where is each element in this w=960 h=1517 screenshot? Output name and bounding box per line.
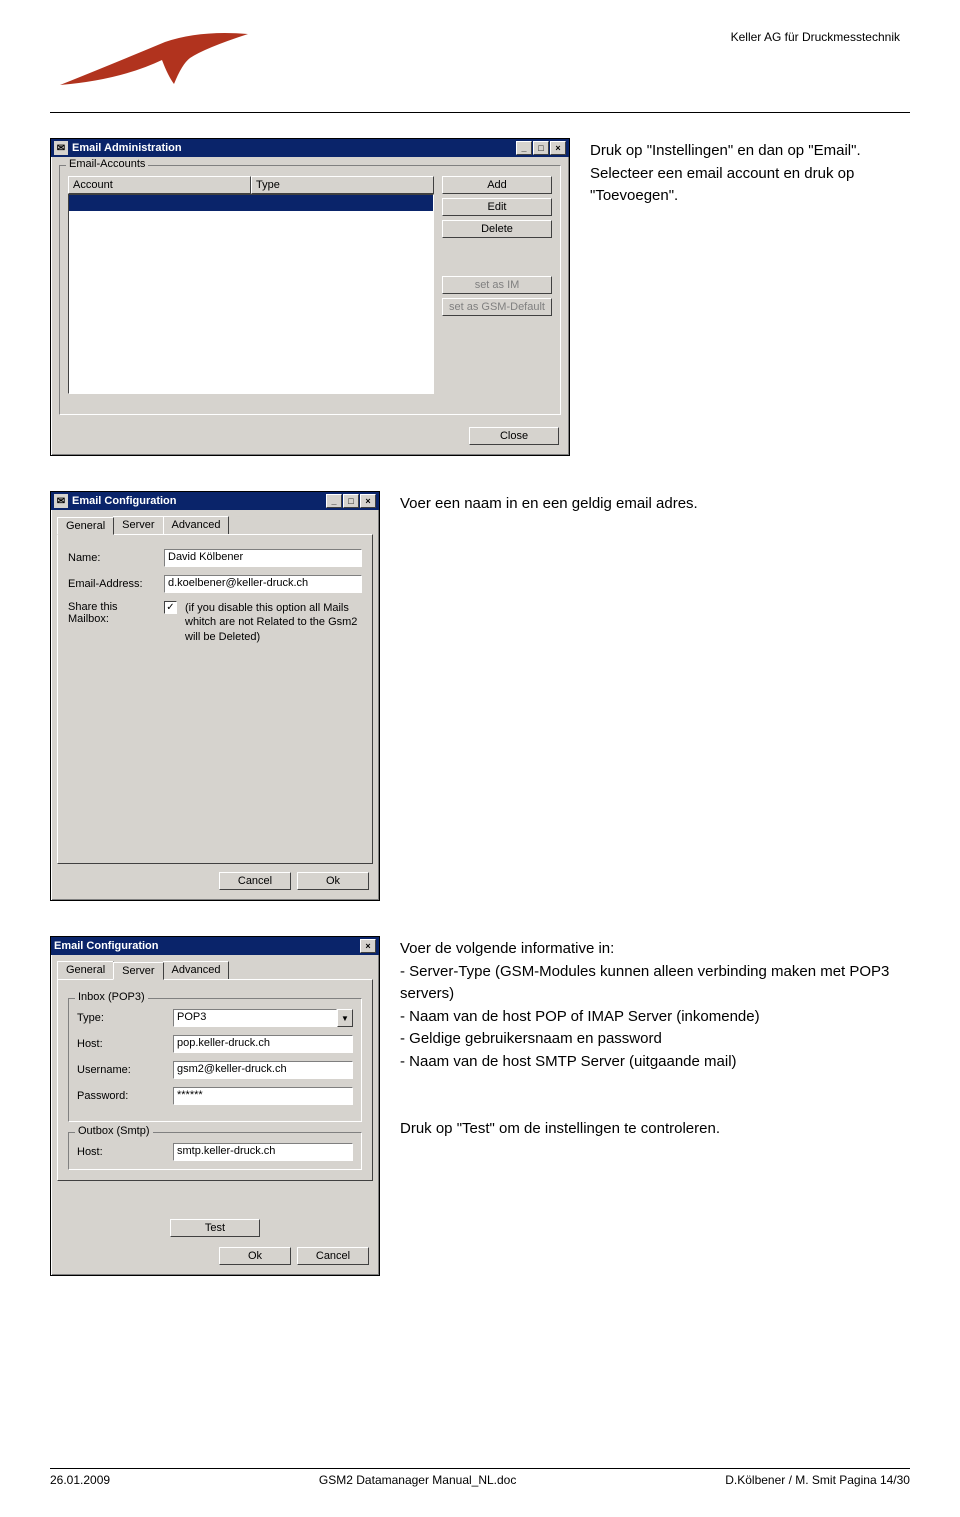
instruction-text-2: Voer een naam in en een geldig email adr… xyxy=(400,491,910,516)
column-header-type[interactable]: Type xyxy=(251,176,434,194)
footer-page: D.Kölbener / M. Smit Pagina 14/30 xyxy=(725,1473,910,1487)
ok-button[interactable]: Ok xyxy=(297,872,369,890)
info-bullet-1: - Server-Type (GSM-Modules kunnen alleen… xyxy=(400,961,910,1006)
ok-button[interactable]: Ok xyxy=(219,1247,291,1265)
host-in-input[interactable]: pop.keller-druck.ch xyxy=(173,1035,353,1053)
info-bullet-4: - Naam van de host SMTP Server (uitgaand… xyxy=(400,1051,910,1074)
tab-server[interactable]: Server xyxy=(113,516,163,534)
titlebar: ✉ Email Configuration _ □ × xyxy=(51,492,379,510)
tab-row: General Server Advanced xyxy=(51,516,379,534)
instruction-text-1: Druk op "Instellingen" en dan op "Email"… xyxy=(590,138,910,208)
minimize-button[interactable]: _ xyxy=(326,494,342,508)
page-header: Keller AG für Druckmesstechnik xyxy=(50,30,910,100)
host-out-input[interactable]: smtp.keller-druck.ch xyxy=(173,1143,353,1161)
section-email-config-general: ✉ Email Configuration _ □ × General Serv… xyxy=(50,491,910,901)
maximize-button[interactable]: □ xyxy=(533,141,549,155)
share-checkbox[interactable]: ✓ xyxy=(164,601,177,614)
close-button[interactable]: × xyxy=(360,494,376,508)
type-label: Type: xyxy=(77,1012,165,1024)
add-button[interactable]: Add xyxy=(442,176,552,194)
tab-row: General Server Advanced xyxy=(51,961,379,979)
app-icon: ✉ xyxy=(54,494,68,508)
email-admin-window: ✉ Email Administration _ □ × Email-Accou… xyxy=(50,138,570,456)
instruction-text-3: Voer de volgende informative in: - Serve… xyxy=(400,936,910,1141)
footer-doc: GSM2 Datamanager Manual_NL.doc xyxy=(319,1473,516,1487)
close-button[interactable]: × xyxy=(360,939,376,953)
column-header-account[interactable]: Account xyxy=(68,176,251,194)
cancel-button[interactable]: Cancel xyxy=(297,1247,369,1265)
inbox-group-title: Inbox (POP3) xyxy=(75,991,148,1003)
name-input[interactable]: David Kölbener xyxy=(164,549,362,567)
chevron-down-icon[interactable]: ▼ xyxy=(337,1009,353,1027)
titlebar: Email Configuration × xyxy=(51,937,379,955)
tab-advanced[interactable]: Advanced xyxy=(163,961,230,979)
tab-advanced[interactable]: Advanced xyxy=(163,516,230,534)
section-email-admin: ✉ Email Administration _ □ × Email-Accou… xyxy=(50,138,910,456)
window-title: Email Administration xyxy=(72,142,512,154)
share-label: Share this Mailbox: xyxy=(68,601,156,625)
password-label: Password: xyxy=(77,1090,165,1102)
host-in-label: Host: xyxy=(77,1038,165,1050)
host-out-label: Host: xyxy=(77,1146,165,1158)
maximize-button[interactable]: □ xyxy=(343,494,359,508)
app-icon: ✉ xyxy=(54,141,68,155)
info-test: Druk op "Test" om de instellingen te con… xyxy=(400,1118,910,1141)
set-im-button[interactable]: set as IM xyxy=(442,276,552,294)
page-footer: 26.01.2009 GSM2 Datamanager Manual_NL.do… xyxy=(50,1468,910,1487)
brand-logo xyxy=(50,30,250,100)
tab-general[interactable]: General xyxy=(57,517,114,535)
window-title: Email Configuration xyxy=(72,495,322,507)
outbox-group-title: Outbox (Smtp) xyxy=(75,1125,153,1137)
footer-date: 26.01.2009 xyxy=(50,1473,110,1487)
delete-button[interactable]: Delete xyxy=(442,220,552,238)
tab-server[interactable]: Server xyxy=(113,962,163,980)
close-dialog-button[interactable]: Close xyxy=(469,427,559,445)
name-label: Name: xyxy=(68,552,156,564)
account-list[interactable] xyxy=(68,194,434,394)
email-config-window-server: Email Configuration × General Server Adv… xyxy=(50,936,380,1276)
set-gsm-default-button[interactable]: set as GSM-Default xyxy=(442,298,552,316)
username-input[interactable]: gsm2@keller-druck.ch xyxy=(173,1061,353,1079)
password-input[interactable]: ****** xyxy=(173,1087,353,1105)
info-intro: Voer de volgende informative in: xyxy=(400,938,910,961)
username-label: Username: xyxy=(77,1064,165,1076)
email-label: Email-Address: xyxy=(68,578,156,590)
edit-button[interactable]: Edit xyxy=(442,198,552,216)
email-input[interactable]: d.koelbener@keller-druck.ch xyxy=(164,575,362,593)
window-title: Email Configuration xyxy=(54,940,356,952)
type-select[interactable]: POP3 xyxy=(173,1009,337,1027)
tab-general[interactable]: General xyxy=(57,961,114,979)
share-note: (if you disable this option all Mails wh… xyxy=(185,601,362,644)
titlebar: ✉ Email Administration _ □ × xyxy=(51,139,569,157)
section-email-config-server: Email Configuration × General Server Adv… xyxy=(50,936,910,1276)
email-config-window-general: ✉ Email Configuration _ □ × General Serv… xyxy=(50,491,380,901)
groupbox-title: Email-Accounts xyxy=(66,158,148,170)
info-bullet-2: - Naam van de host POP of IMAP Server (i… xyxy=(400,1006,910,1029)
minimize-button[interactable]: _ xyxy=(516,141,532,155)
cancel-button[interactable]: Cancel xyxy=(219,872,291,890)
test-button[interactable]: Test xyxy=(170,1219,260,1237)
info-bullet-3: - Geldige gebruikersnaam en password xyxy=(400,1028,910,1051)
header-rule xyxy=(50,112,910,113)
brand-text: Keller AG für Druckmesstechnik xyxy=(731,30,900,44)
close-button[interactable]: × xyxy=(550,141,566,155)
